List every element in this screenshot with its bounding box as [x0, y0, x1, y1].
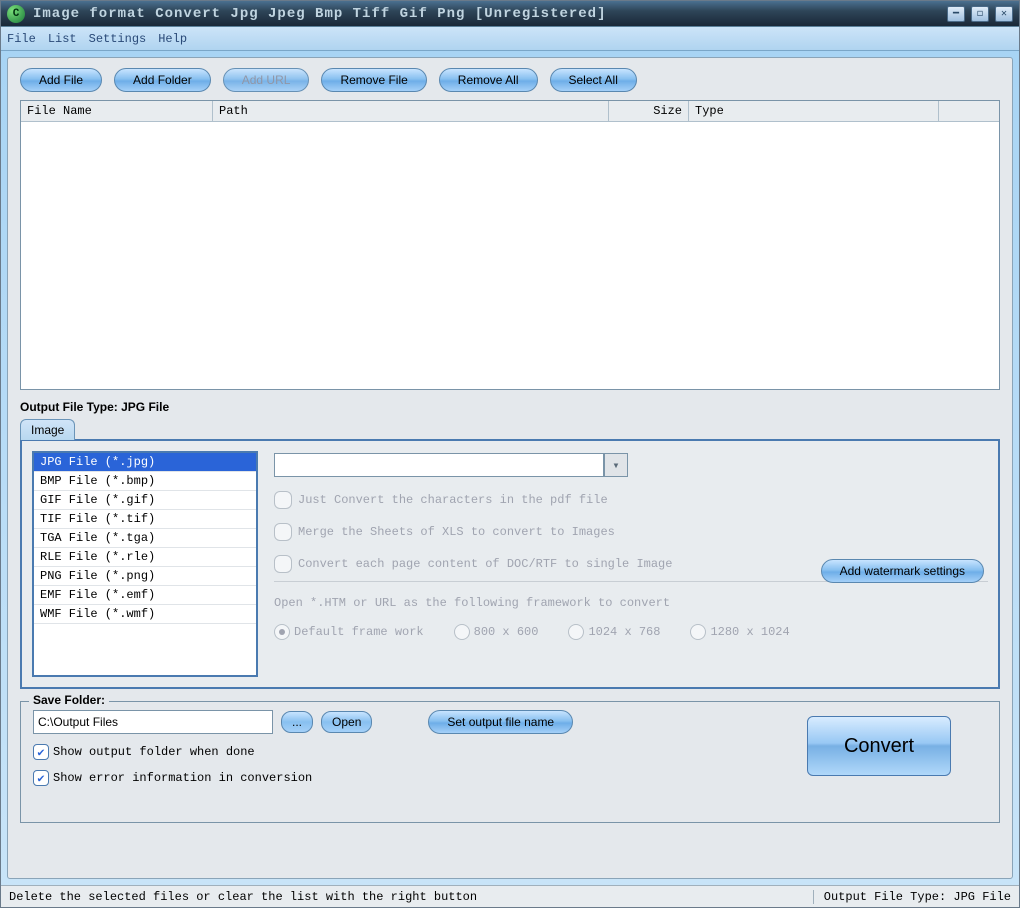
checkbox-show-output-folder[interactable]: ✔ [33, 744, 49, 760]
image-format-panel: JPG File (*.jpg) BMP File (*.bmp) GIF Fi… [20, 439, 1000, 689]
save-folder-panel: Save Folder: ... Open Set output file na… [20, 701, 1000, 823]
app-logo-icon: C [7, 5, 25, 23]
status-output-type: Output File Type: JPG File [813, 890, 1011, 904]
format-png[interactable]: PNG File (*.png) [34, 567, 256, 586]
select-all-button[interactable]: Select All [550, 68, 637, 92]
label-pdf-chars: Just Convert the characters in the pdf f… [298, 493, 608, 507]
column-path[interactable]: Path [213, 101, 609, 121]
label-1280x1024: 1280 x 1024 [710, 625, 789, 639]
checkbox-merge-xls [274, 523, 292, 541]
convert-button[interactable]: Convert [807, 716, 951, 776]
remove-file-button[interactable]: Remove File [321, 68, 426, 92]
chevron-down-icon[interactable]: ▾ [604, 453, 628, 477]
column-size[interactable]: Size [609, 101, 689, 121]
browse-button[interactable]: ... [281, 711, 313, 733]
format-bmp[interactable]: BMP File (*.bmp) [34, 472, 256, 491]
output-file-type-label: Output File Type: JPG File [20, 400, 1000, 414]
window-title: Image format Convert Jpg Jpeg Bmp Tiff G… [33, 6, 947, 22]
radio-1280x1024 [690, 624, 706, 640]
checkbox-pdf-chars [274, 491, 292, 509]
close-button[interactable]: ✕ [995, 6, 1013, 22]
format-emf[interactable]: EMF File (*.emf) [34, 586, 256, 605]
format-tga[interactable]: TGA File (*.tga) [34, 529, 256, 548]
set-output-filename-button[interactable]: Set output file name [428, 710, 573, 734]
maximize-button[interactable]: ◻ [971, 6, 989, 22]
options-dropdown[interactable]: ▾ [274, 453, 988, 477]
format-wmf[interactable]: WMF File (*.wmf) [34, 605, 256, 624]
label-1024x768: 1024 x 768 [588, 625, 660, 639]
format-tif[interactable]: TIF File (*.tif) [34, 510, 256, 529]
menu-bar: File List Settings Help [1, 27, 1019, 51]
format-list[interactable]: JPG File (*.jpg) BMP File (*.bmp) GIF Fi… [32, 451, 258, 677]
label-each-page: Convert each page content of DOC/RTF to … [298, 557, 672, 571]
toolbar: Add File Add Folder Add URL Remove File … [20, 68, 1000, 92]
label-800x600: 800 x 600 [474, 625, 539, 639]
add-watermark-button[interactable]: Add watermark settings [821, 559, 984, 583]
save-path-input[interactable] [33, 710, 273, 734]
save-folder-legend: Save Folder: [29, 693, 109, 707]
options-dropdown-input[interactable] [274, 453, 604, 477]
menu-list[interactable]: List [48, 32, 77, 46]
format-jpg[interactable]: JPG File (*.jpg) [34, 453, 256, 472]
minimize-button[interactable]: ━ [947, 6, 965, 22]
add-file-button[interactable]: Add File [20, 68, 102, 92]
status-hint: Delete the selected files or clear the l… [9, 890, 813, 904]
tab-image[interactable]: Image [20, 419, 75, 440]
column-spacer [939, 101, 999, 121]
remove-all-button[interactable]: Remove All [439, 68, 538, 92]
title-bar: C Image format Convert Jpg Jpeg Bmp Tiff… [1, 1, 1019, 27]
format-rle[interactable]: RLE File (*.rle) [34, 548, 256, 567]
status-bar: Delete the selected files or clear the l… [1, 885, 1019, 907]
menu-settings[interactable]: Settings [89, 32, 147, 46]
checkbox-show-error-info[interactable]: ✔ [33, 770, 49, 786]
column-file-name[interactable]: File Name [21, 101, 213, 121]
add-url-button: Add URL [223, 68, 310, 92]
add-folder-button[interactable]: Add Folder [114, 68, 211, 92]
label-show-output-folder: Show output folder when done [53, 745, 255, 759]
file-list-header: File Name Path Size Type [21, 101, 999, 122]
format-gif[interactable]: GIF File (*.gif) [34, 491, 256, 510]
radio-800x600 [454, 624, 470, 640]
label-default-framework: Default frame work [294, 625, 424, 639]
radio-default-framework [274, 624, 290, 640]
radio-1024x768 [568, 624, 584, 640]
menu-help[interactable]: Help [158, 32, 187, 46]
framework-label: Open *.HTM or URL as the following frame… [274, 596, 988, 610]
column-type[interactable]: Type [689, 101, 939, 121]
label-show-error-info: Show error information in conversion [53, 771, 312, 785]
menu-file[interactable]: File [7, 32, 36, 46]
open-folder-button[interactable]: Open [321, 711, 372, 733]
file-list[interactable]: File Name Path Size Type [20, 100, 1000, 390]
checkbox-each-page [274, 555, 292, 573]
label-merge-xls: Merge the Sheets of XLS to convert to Im… [298, 525, 615, 539]
